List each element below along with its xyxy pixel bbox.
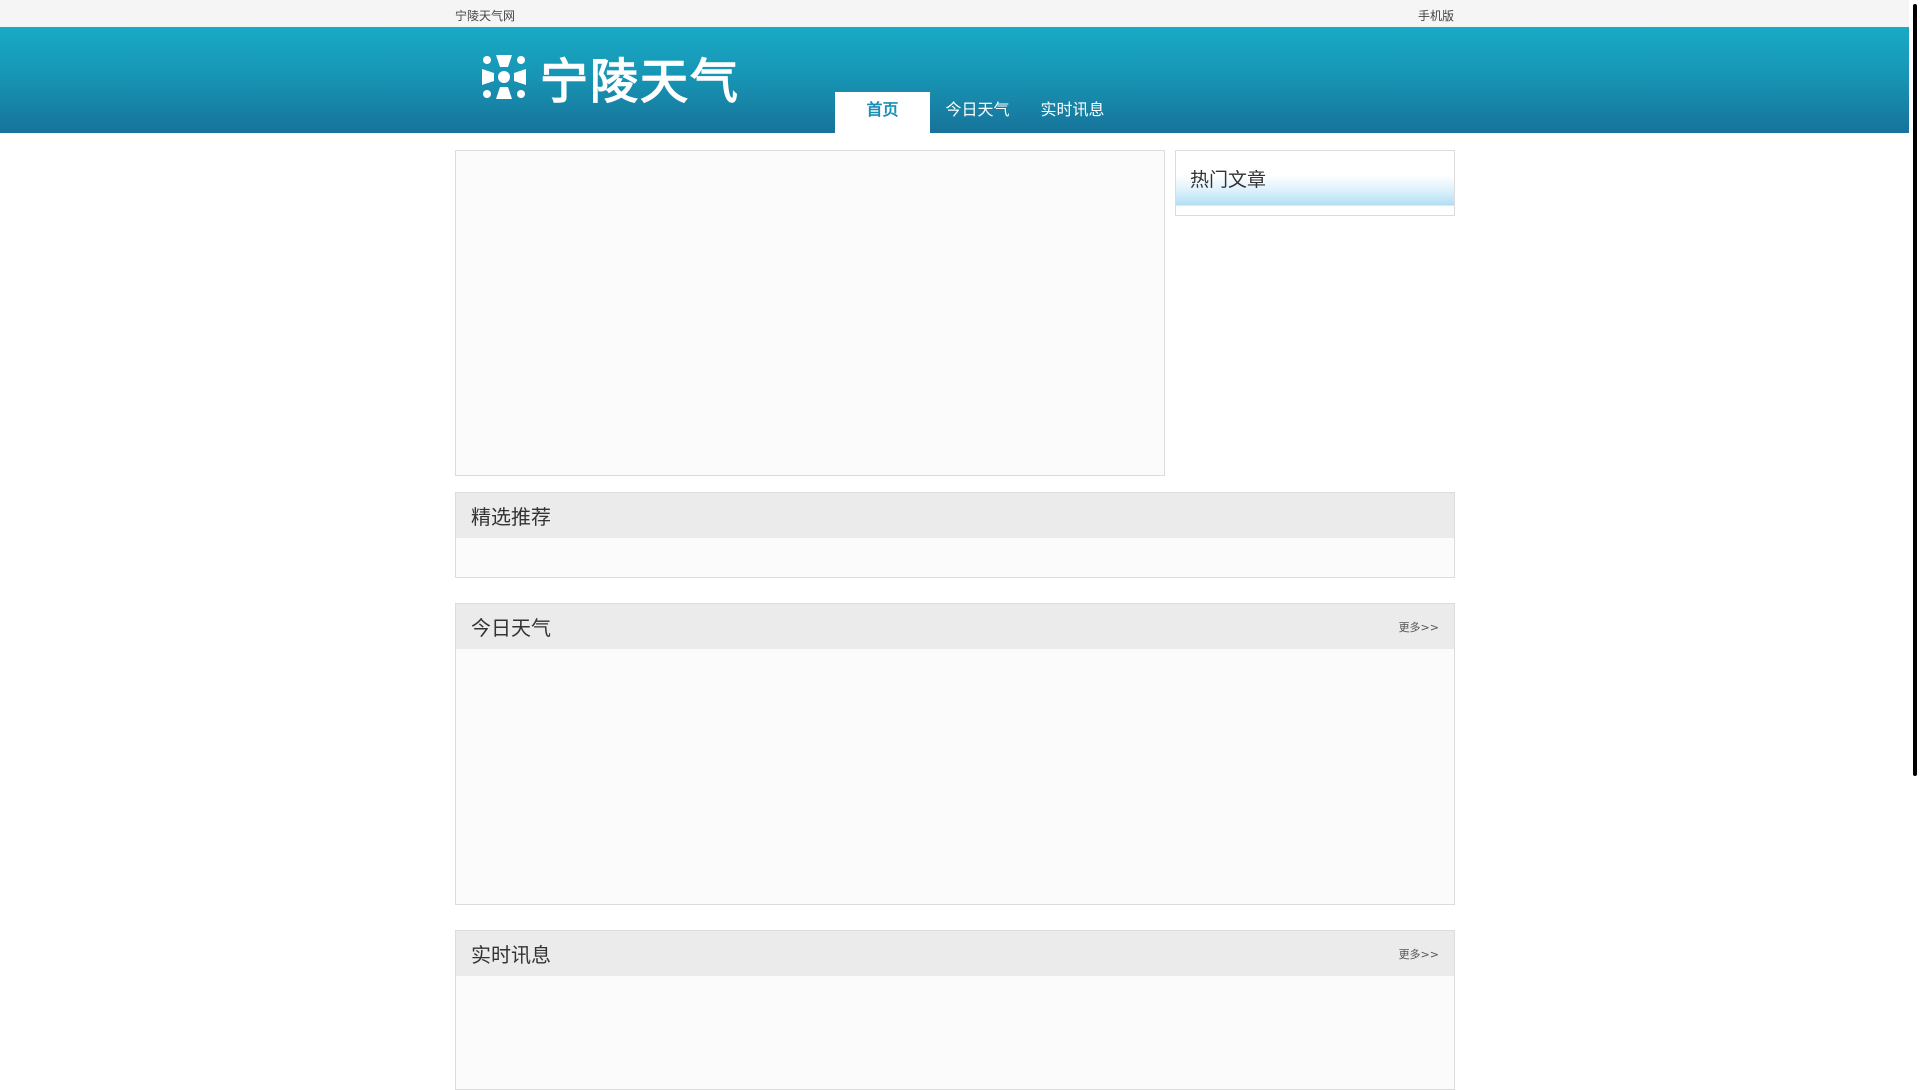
site-header: 宁陵天气 首页 今日天气 实时讯息 — [0, 27, 1909, 133]
nav-item-live-news[interactable]: 实时讯息 — [1025, 92, 1120, 133]
featured-title: 精选推荐 — [471, 505, 551, 529]
banner-slider — [455, 150, 1165, 476]
nav-item-home[interactable]: 首页 — [835, 92, 930, 133]
top-bar: 宁陵天气网 手机版 — [0, 0, 1909, 27]
page-scrollbar[interactable] — [1909, 0, 1920, 1080]
nav-item-today-weather[interactable]: 今日天气 — [930, 92, 1025, 133]
today-weather-header: 今日天气 更多>> — [456, 604, 1454, 649]
live-news-header: 实时讯息 更多>> — [456, 931, 1454, 976]
main-nav: 首页 今日天气 实时讯息 — [835, 92, 1120, 133]
live-news-title: 实时讯息 — [471, 943, 551, 967]
hot-articles-panel: 热门文章 — [1175, 150, 1455, 216]
live-news-section: 实时讯息 更多>> — [455, 930, 1455, 1090]
logo-mark-icon — [482, 55, 526, 99]
featured-section: 精选推荐 — [455, 492, 1455, 578]
scrollbar-thumb[interactable] — [1913, 4, 1917, 776]
mobile-version-link[interactable]: 手机版 — [1418, 7, 1454, 24]
site-name: 宁陵天气网 — [455, 9, 516, 23]
site-logo[interactable]: 宁陵天气 — [478, 49, 740, 110]
today-weather-title: 今日天气 — [471, 616, 551, 640]
today-weather-more-link[interactable]: 更多>> — [1399, 619, 1439, 635]
featured-header: 精选推荐 — [456, 493, 1454, 538]
hot-articles-title: 热门文章 — [1176, 151, 1454, 206]
live-news-more-link[interactable]: 更多>> — [1399, 946, 1439, 962]
today-weather-section: 今日天气 更多>> — [455, 603, 1455, 905]
logo-text: 宁陵天气 — [540, 54, 741, 110]
